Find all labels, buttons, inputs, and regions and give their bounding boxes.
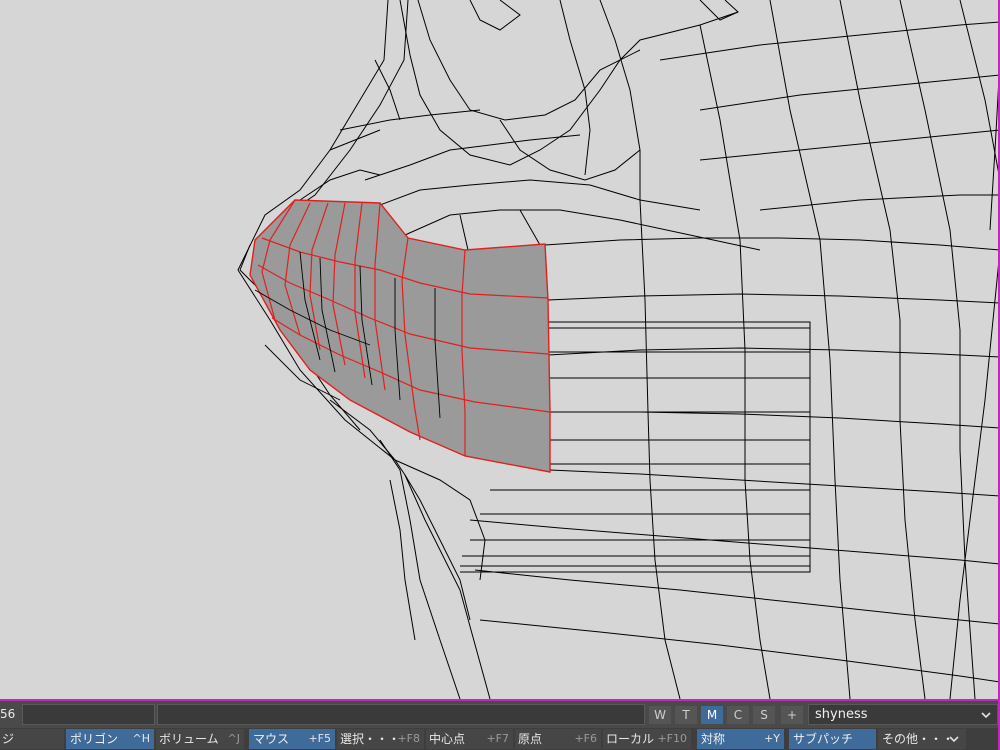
toolbar-item-volume[interactable]: ボリューム ^J	[156, 729, 244, 749]
toolbar-item-label: ローカル	[606, 732, 655, 746]
chevron-down-icon	[948, 729, 960, 749]
toolbar-item-edge[interactable]: ジ	[0, 729, 64, 749]
shortcut-key: +F8	[397, 732, 420, 745]
toolbar-item-other[interactable]: その他・・・	[878, 729, 966, 749]
toolbar-item-local[interactable]: ローカル +F10	[603, 729, 691, 749]
shortcut-key: +F6	[574, 732, 597, 745]
chevron-down-icon	[980, 705, 992, 724]
mode-button-s[interactable]: S	[753, 706, 775, 724]
shortcut-key: +Y	[764, 732, 780, 745]
object-dropdown-value: shyness	[815, 707, 868, 722]
mode-button-m[interactable]: M	[701, 706, 723, 724]
toolbar-item-select[interactable]: 選択・・・ +F8	[337, 729, 424, 749]
toolbar-item-label: マウス	[253, 732, 290, 746]
mode-button-t[interactable]: T	[675, 706, 697, 724]
toolbar-item-label: その他・・・	[882, 732, 955, 746]
shortcut-key: ^H	[132, 732, 151, 745]
shortcut-key: +F10	[657, 732, 687, 745]
toolbar-item-center[interactable]: 中心点 +F7	[426, 729, 513, 749]
toolbar-item-label: 選択・・・	[340, 732, 401, 746]
object-dropdown[interactable]: shyness	[808, 704, 998, 725]
add-object-button[interactable]: +	[781, 706, 803, 724]
mode-button-c[interactable]: C	[727, 706, 749, 724]
toolbar-item-symmetry[interactable]: 対称 +Y	[697, 729, 784, 749]
toolbar-item-label: 対称	[701, 732, 726, 746]
selected-polygons	[249, 199, 551, 473]
toolbar-item-label: サブパッチ	[793, 732, 854, 746]
message-field	[157, 704, 645, 725]
shortcut-key: +F7	[486, 732, 509, 745]
wireframe-mesh	[237, 0, 1000, 699]
toolbar-item-mouse[interactable]: マウス +F5	[249, 729, 335, 749]
command-input[interactable]	[22, 704, 155, 725]
3d-viewport[interactable]	[0, 0, 1000, 699]
toolbar-item-label: ジ	[2, 732, 15, 746]
shortcut-key: ^J	[227, 732, 240, 745]
toolbar-item-origin[interactable]: 原点 +F6	[515, 729, 601, 749]
toolbar-item-polygon[interactable]: ポリゴン ^H	[66, 729, 154, 749]
toolbar-item-subpatch[interactable]: サブパッチ	[789, 729, 876, 749]
toolbar-item-label: 中心点	[429, 732, 466, 746]
counter-text: 56	[0, 707, 16, 721]
shortcut-key: +F5	[308, 732, 331, 745]
mode-button-w[interactable]: W	[649, 706, 671, 724]
toolbar-item-label: ボリューム	[159, 732, 219, 746]
toolbar-item-label: ポリゴン	[70, 732, 119, 746]
toolbar-item-label: 原点	[518, 732, 543, 746]
